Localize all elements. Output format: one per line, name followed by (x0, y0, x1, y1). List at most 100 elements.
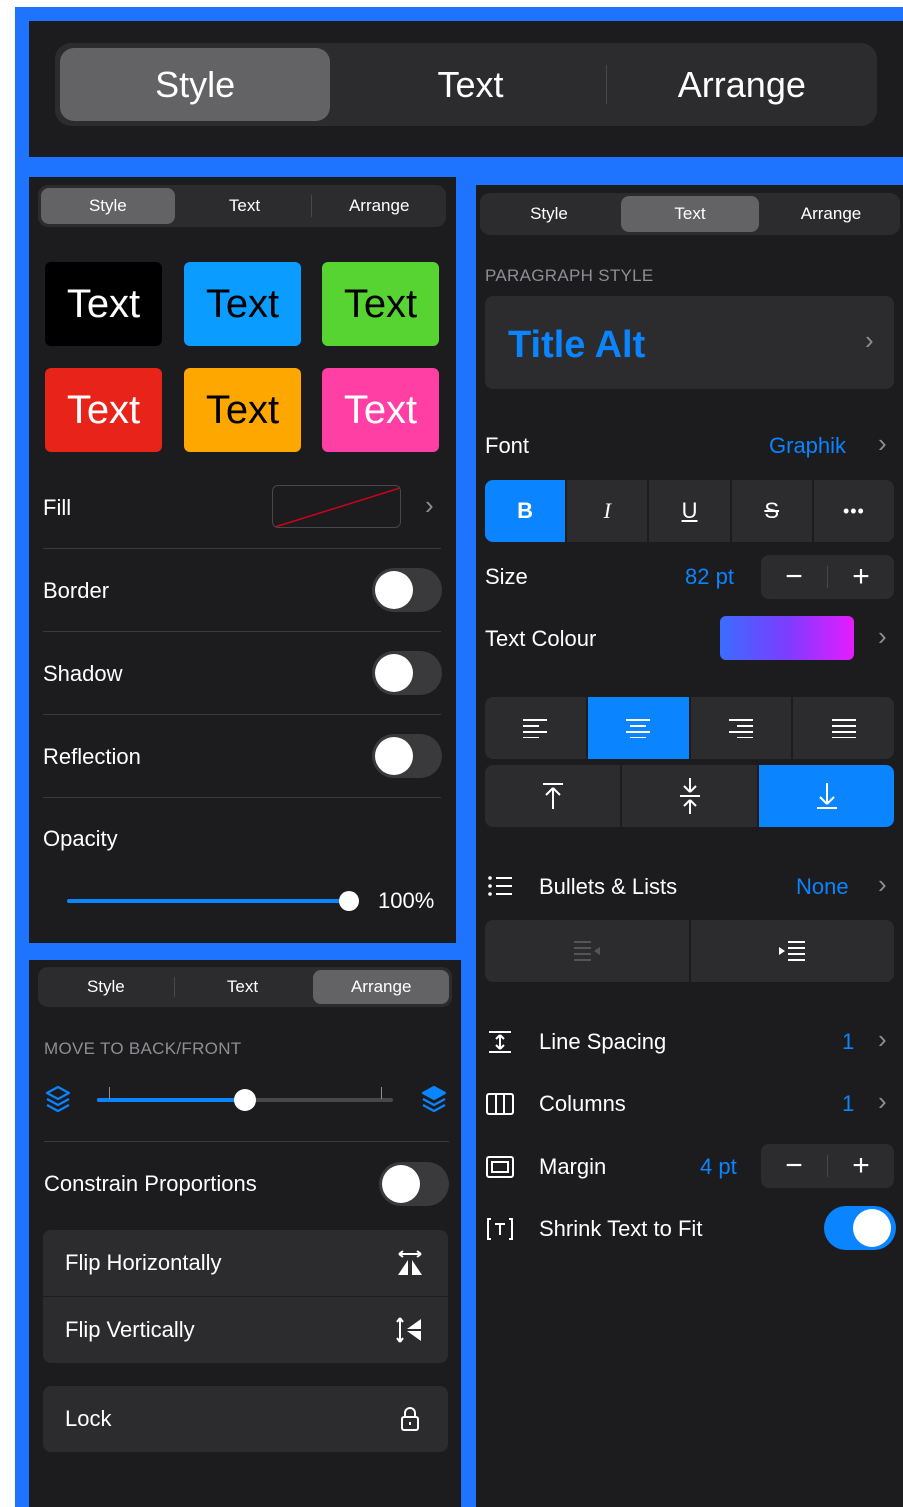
shrink-text-toggle[interactable] (824, 1206, 896, 1250)
style-preset-4[interactable]: Text (45, 368, 162, 452)
bullets-list-icon (488, 876, 512, 896)
columns-icon (486, 1093, 514, 1115)
text-colour-chevron-icon[interactable]: › (878, 621, 887, 652)
tab-style[interactable]: Style (38, 967, 174, 1007)
vertical-alignment-buttons (485, 765, 894, 827)
flip-horizontally-button[interactable]: Flip Horizontally (43, 1230, 448, 1296)
underline-button[interactable]: U (649, 480, 732, 542)
margin-decrease-button[interactable]: − (761, 1149, 827, 1183)
style-panel: Style Text Arrange Text Text Text Text Text T… (29, 177, 456, 943)
style-preset-1[interactable]: Text (45, 262, 162, 346)
align-bottom-button[interactable] (759, 765, 894, 827)
tab-text[interactable]: Text (175, 967, 311, 1007)
strikethrough-button[interactable]: S (732, 480, 814, 542)
slider-tick (381, 1087, 382, 1099)
layers-back-icon[interactable] (44, 1084, 72, 1114)
font-value[interactable]: Graphik (769, 433, 846, 459)
style-preset-2[interactable]: Text (184, 262, 301, 346)
opacity-slider-fill (67, 899, 349, 903)
separator (43, 548, 441, 549)
size-increase-button[interactable]: + (828, 560, 894, 594)
top-segmented-control: Style Text Arrange (55, 43, 877, 126)
slider-tick (109, 1087, 110, 1099)
style-preset-3[interactable]: Text (322, 262, 439, 346)
margin-icon (486, 1156, 514, 1178)
align-center-icon (626, 719, 651, 738)
margin-increase-button[interactable]: + (828, 1149, 894, 1183)
border-toggle[interactable] (372, 568, 442, 612)
flip-h-label: Flip Horizontally (65, 1250, 222, 1275)
size-decrease-button[interactable]: − (761, 560, 827, 594)
text-colour-label: Text Colour (485, 626, 597, 651)
margin-label: Margin (539, 1154, 607, 1179)
flip-horizontal-icon (398, 1250, 422, 1275)
increase-indent-button[interactable] (691, 920, 895, 982)
tab-text[interactable]: Text (621, 196, 759, 232)
tab-style[interactable]: Style (480, 193, 618, 235)
opacity-slider-track[interactable] (67, 899, 349, 903)
fill-label: Fill (43, 495, 72, 520)
lock-button[interactable]: Lock (43, 1386, 448, 1452)
tab-arrange[interactable]: Arrange (762, 193, 900, 235)
align-middle-icon (679, 778, 700, 814)
decrease-indent-button[interactable] (485, 920, 691, 982)
opacity-slider-knob[interactable] (339, 891, 359, 911)
align-middle-button[interactable] (622, 765, 759, 827)
indent-icon (779, 941, 806, 961)
border-label: Border (43, 578, 110, 603)
font-chevron-icon[interactable]: › (878, 428, 887, 459)
flip-group: Flip Horizontally Flip Vertically (43, 1230, 448, 1363)
layers-front-icon[interactable] (420, 1084, 448, 1114)
flip-v-label: Flip Vertically (65, 1317, 195, 1342)
segment-arrange[interactable]: Arrange (607, 43, 877, 126)
segment-style[interactable]: Style (60, 48, 331, 121)
text-format-buttons: B I U S ••• (485, 480, 894, 542)
bullets-chevron-icon[interactable]: › (878, 869, 887, 900)
tab-style[interactable]: Style (41, 188, 175, 224)
text-colour-swatch[interactable] (720, 616, 854, 660)
bullets-value[interactable]: None (796, 874, 849, 900)
align-left-button[interactable] (485, 697, 588, 759)
align-top-icon (542, 783, 563, 809)
align-justify-button[interactable] (793, 697, 894, 759)
style-preset-6[interactable]: Text (322, 368, 439, 452)
text-panel-tabs: Style Text Arrange (480, 193, 900, 235)
tab-arrange[interactable]: Arrange (313, 970, 450, 1004)
align-left-icon (523, 719, 548, 738)
flip-vertically-button[interactable]: Flip Vertically (43, 1297, 448, 1363)
constrain-toggle[interactable] (379, 1162, 449, 1206)
shrink-text-icon (487, 1218, 513, 1240)
columns-chevron-icon[interactable]: › (878, 1086, 887, 1117)
align-center-button[interactable] (587, 697, 691, 759)
fill-chevron-icon[interactable]: › (425, 490, 434, 521)
bullets-label: Bullets & Lists (539, 874, 678, 899)
tab-text[interactable]: Text (178, 185, 312, 227)
segment-text[interactable]: Text (335, 43, 605, 126)
opacity-label: Opacity (43, 826, 118, 851)
italic-button[interactable]: I (567, 480, 650, 542)
line-spacing-chevron-icon[interactable]: › (878, 1024, 887, 1055)
bold-button[interactable]: B (485, 480, 568, 542)
margin-value: 4 pt (700, 1154, 737, 1179)
outdent-icon (573, 941, 600, 961)
paragraph-style-button[interactable]: Title Alt › (485, 296, 894, 389)
shadow-toggle[interactable] (372, 651, 442, 695)
indent-buttons (485, 920, 894, 982)
tab-arrange[interactable]: Arrange (312, 185, 446, 227)
reflection-label: Reflection (43, 744, 141, 769)
separator (44, 1141, 449, 1142)
font-label: Font (485, 433, 530, 458)
align-right-button[interactable] (691, 697, 794, 759)
fill-swatch[interactable] (272, 485, 401, 528)
arrange-panel: Style Text Arrange MOVE TO BACK/FRONT Co… (29, 960, 461, 1507)
reflection-toggle[interactable] (372, 734, 442, 778)
align-top-button[interactable] (485, 765, 622, 827)
style-preset-5[interactable]: Text (184, 368, 301, 452)
more-options-button[interactable]: ••• (814, 480, 894, 542)
columns-value[interactable]: 1 (842, 1091, 854, 1117)
paragraph-style-title: PARAGRAPH STYLE (485, 266, 654, 285)
horizontal-alignment-buttons (485, 697, 894, 759)
layer-slider-knob[interactable] (234, 1089, 256, 1111)
line-spacing-value[interactable]: 1 (842, 1029, 854, 1055)
top-segment-panel: Style Text Arrange (29, 21, 903, 157)
